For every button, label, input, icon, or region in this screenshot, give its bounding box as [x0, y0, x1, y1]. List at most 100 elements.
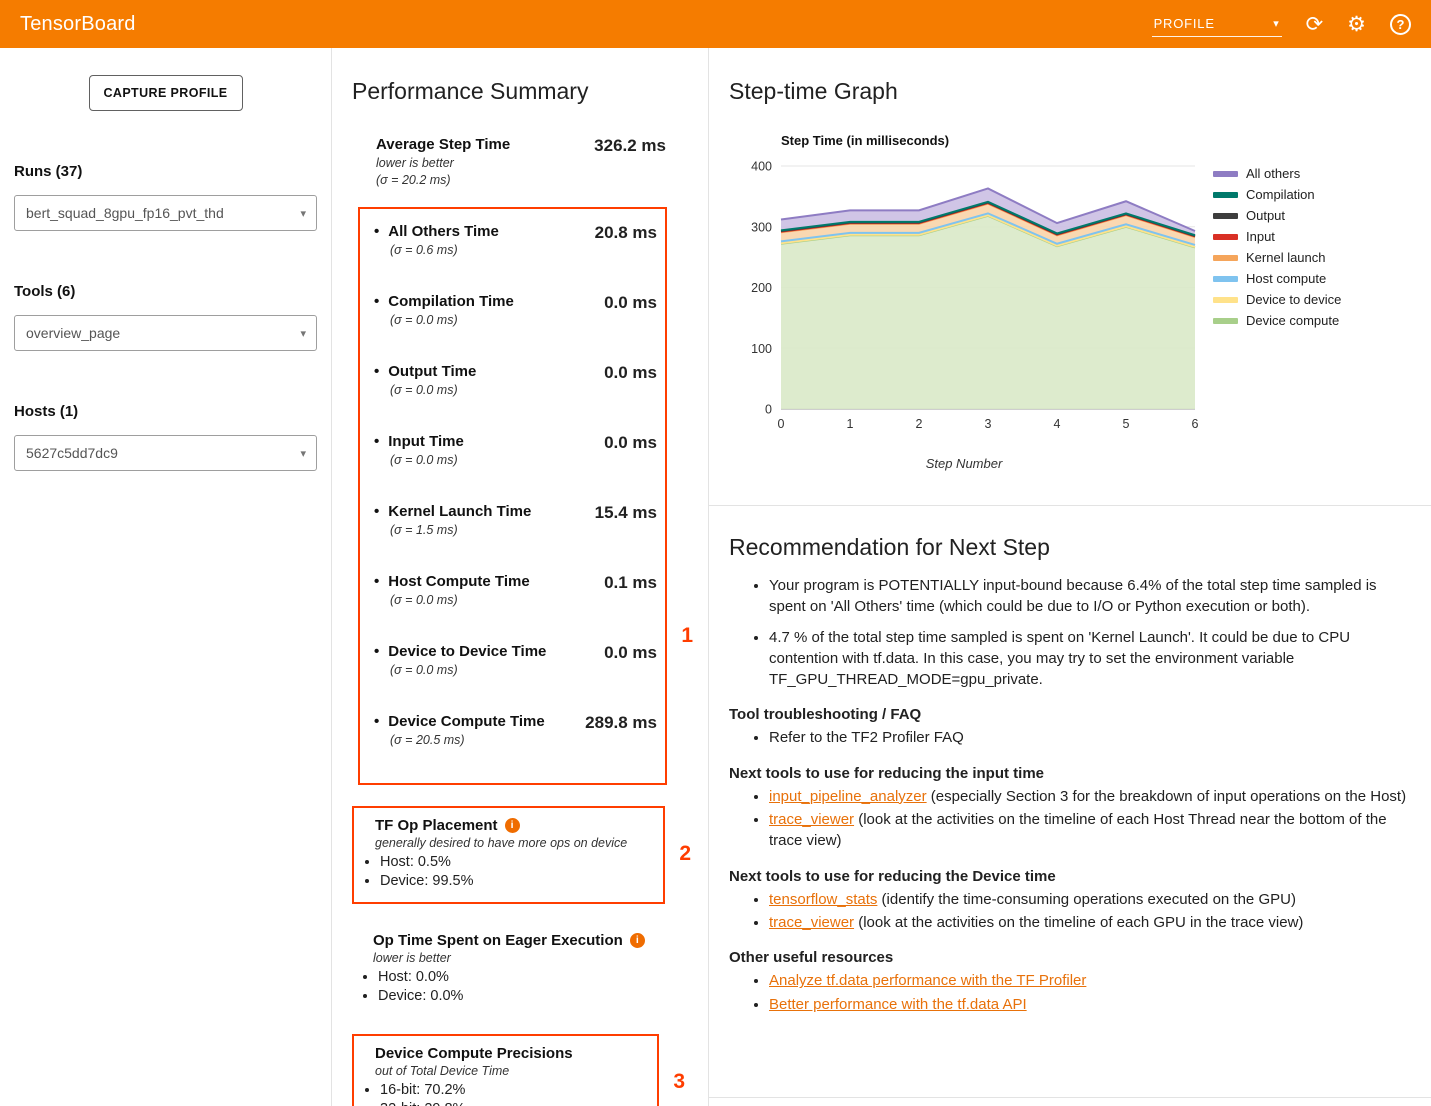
legend-item: Device compute	[1213, 310, 1341, 331]
chevron-down-icon: ▾	[300, 207, 306, 220]
eager-execution-block: Op Time Spent on Eager Execution i lower…	[352, 932, 665, 1004]
legend-swatch	[1213, 213, 1238, 219]
app-title: TensorBoard	[20, 13, 136, 36]
dashboard-selector[interactable]: PROFILE ▾	[1152, 12, 1282, 37]
x-axis-title: Step Number	[729, 456, 1199, 471]
list-item: Better performance with the tf.data API	[769, 994, 1407, 1015]
list-item: Device: 0.0%	[378, 988, 655, 1004]
section-heading: Next tools to use for reducing the input…	[729, 765, 1407, 782]
metric-value: 0.1 ms	[604, 573, 657, 607]
metric-row: Input Time (σ = 0.0 ms) 0.0 ms	[374, 433, 657, 467]
metric-value: 0.0 ms	[604, 643, 657, 677]
chevron-down-icon: ▾	[1273, 17, 1279, 30]
list-item: tensorflow_stats (identify the time-cons…	[769, 889, 1407, 910]
hosts-select[interactable]: 5627c5dd7dc9 ▾	[14, 435, 317, 471]
runs-select[interactable]: bert_squad_8gpu_fp16_pvt_thd ▾	[14, 195, 317, 231]
help-icon[interactable]: ?	[1390, 14, 1411, 35]
metric-row: All Others Time (σ = 0.6 ms) 20.8 ms	[374, 223, 657, 257]
average-step-time-row: Average Step Time lower is better (σ = 2…	[376, 136, 666, 187]
recommendation-title: Recommendation for Next Step	[729, 534, 1407, 561]
step-time-chart: 01002003004000123456	[729, 156, 1199, 441]
svg-text:5: 5	[1123, 417, 1130, 431]
annotation-2: 2	[679, 842, 691, 866]
list-item: Refer to the TF2 Profiler FAQ	[769, 727, 1407, 748]
tools-select[interactable]: overview_page ▾	[14, 315, 317, 351]
legend-swatch	[1213, 318, 1238, 324]
annotation-1: 1	[681, 624, 693, 648]
hosts-field: Hosts (1) 5627c5dd7dc9 ▾	[14, 403, 317, 471]
tf-op-placement-note: generally desired to have more ops on de…	[362, 836, 653, 850]
info-icon[interactable]: i	[505, 818, 520, 833]
metric-row: Kernel Launch Time (σ = 1.5 ms) 15.4 ms	[374, 503, 657, 537]
rec-section-input-time: Next tools to use for reducing the input…	[729, 765, 1407, 852]
tfdata-performance-link[interactable]: Analyze tf.data performance with the TF …	[769, 972, 1086, 989]
metric-row: Host Compute Time (σ = 0.0 ms) 0.1 ms	[374, 573, 657, 607]
runs-label: Runs (37)	[14, 163, 317, 180]
runs-select-value: bert_squad_8gpu_fp16_pvt_thd	[26, 205, 224, 221]
legend-item: Kernel launch	[1213, 247, 1341, 268]
average-step-time-note: lower is better	[376, 156, 510, 170]
svg-text:400: 400	[751, 160, 772, 174]
svg-text:0: 0	[765, 403, 772, 417]
legend-swatch	[1213, 255, 1238, 261]
legend-label: Device to device	[1246, 292, 1341, 307]
metric-value: 0.0 ms	[604, 363, 657, 397]
legend-label: All others	[1246, 166, 1300, 181]
chart-main: Step Time (in milliseconds) 010020030040…	[729, 133, 1199, 471]
topbar-actions: PROFILE ▾ ⟳ ⚙ ?	[1152, 12, 1411, 37]
rec-section-faq: Tool troubleshooting / FAQ Refer to the …	[729, 706, 1407, 748]
recommendation-section: Recommendation for Next Step Your progra…	[729, 534, 1431, 1015]
metric-row: Compilation Time (σ = 0.0 ms) 0.0 ms	[374, 293, 657, 327]
chart-legend: All othersCompilationOutputInputKernel l…	[1213, 163, 1341, 471]
device-compute-precisions-box: Device Compute Precisions out of Total D…	[352, 1034, 659, 1106]
average-step-time-value: 326.2 ms	[594, 136, 666, 187]
metric-value: 0.0 ms	[604, 293, 657, 327]
svg-text:3: 3	[985, 417, 992, 431]
chevron-down-icon: ▾	[300, 327, 306, 340]
list-item: trace_viewer (look at the activities on …	[769, 809, 1407, 852]
hosts-label: Hosts (1)	[14, 403, 317, 420]
svg-text:2: 2	[916, 417, 923, 431]
tf-op-placement-title: TF Op Placement i	[362, 817, 653, 834]
metric-value: 289.8 ms	[585, 713, 657, 747]
svg-text:100: 100	[751, 342, 772, 356]
device-compute-precisions-note: out of Total Device Time	[362, 1064, 647, 1078]
list-item: Host: 0.5%	[380, 854, 653, 870]
chevron-down-icon: ▾	[300, 447, 306, 460]
svg-text:0: 0	[778, 417, 785, 431]
chart-title: Step Time (in milliseconds)	[781, 133, 1199, 148]
legend-item: Compilation	[1213, 184, 1341, 205]
svg-text:6: 6	[1192, 417, 1199, 431]
reload-icon[interactable]: ⟳	[1306, 14, 1324, 35]
section-heading: Next tools to use for reducing the Devic…	[729, 868, 1407, 885]
tf-op-placement-box: TF Op Placement i generally desired to h…	[352, 806, 665, 904]
list-item: Device: 99.5%	[380, 873, 653, 889]
tensorflow-stats-link[interactable]: tensorflow_stats	[769, 891, 877, 908]
metric-value: 15.4 ms	[595, 503, 657, 537]
recommendation-bullet: Your program is POTENTIALLY input-bound …	[769, 575, 1407, 618]
runs-field: Runs (37) bert_squad_8gpu_fp16_pvt_thd ▾	[14, 163, 317, 231]
step-time-breakdown-box: All Others Time (σ = 0.6 ms) 20.8 ms Com…	[358, 207, 667, 785]
settings-gear-icon[interactable]: ⚙	[1347, 14, 1366, 35]
svg-text:1: 1	[847, 417, 854, 431]
trace-viewer-link[interactable]: trace_viewer	[769, 914, 854, 931]
list-item: Analyze tf.data performance with the TF …	[769, 970, 1407, 991]
section-heading: Other useful resources	[729, 949, 1407, 966]
eager-execution-list: Host: 0.0% Device: 0.0%	[360, 969, 655, 1004]
info-icon[interactable]: i	[630, 933, 645, 948]
input-pipeline-analyzer-link[interactable]: input_pipeline_analyzer	[769, 788, 927, 805]
capture-profile-button[interactable]: CAPTURE PROFILE	[89, 75, 243, 111]
tfdata-api-link[interactable]: Better performance with the tf.data API	[769, 996, 1027, 1013]
step-time-graph-title: Step-time Graph	[729, 78, 1431, 105]
legend-label: Compilation	[1246, 187, 1315, 202]
legend-swatch	[1213, 234, 1238, 240]
trace-viewer-link[interactable]: trace_viewer	[769, 811, 854, 828]
list-item: 16-bit: 70.2%	[380, 1082, 647, 1098]
average-step-time-label: Average Step Time	[376, 136, 510, 153]
tf-op-placement-list: Host: 0.5% Device: 99.5%	[362, 854, 653, 889]
legend-item: Device to device	[1213, 289, 1341, 310]
metric-value: 20.8 ms	[595, 223, 657, 257]
average-step-time-sigma: (σ = 20.2 ms)	[376, 173, 510, 187]
tools-select-value: overview_page	[26, 325, 120, 341]
rec-section-resources: Other useful resources Analyze tf.data p…	[729, 949, 1407, 1015]
